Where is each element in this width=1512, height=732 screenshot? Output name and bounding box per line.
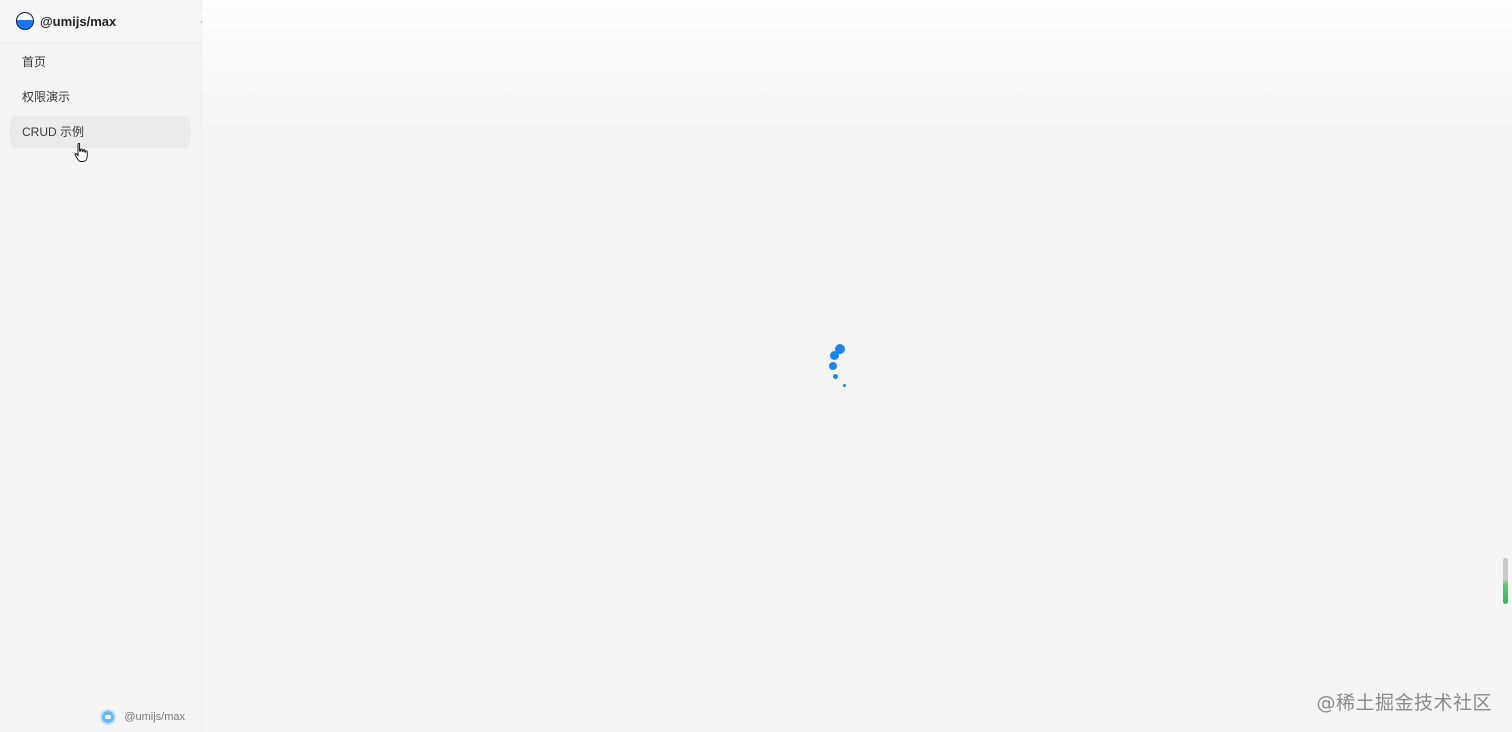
footer-label: @umijs/max (124, 711, 185, 723)
sidebar-item-label: 首页 (22, 55, 47, 69)
sidebar-item-access[interactable]: 权限演示 (10, 81, 191, 113)
sidebar-item-label: CRUD 示例 (22, 125, 84, 139)
sidebar-menu: 首页 权限演示 CRUD 示例 (0, 46, 201, 148)
sidebar-header[interactable]: @umijs/max (0, 0, 201, 43)
footer-logo-icon (100, 709, 117, 725)
watermark-text: @稀土掘金技术社区 (1316, 692, 1492, 714)
scroll-indicator[interactable] (1503, 558, 1508, 604)
main-content (202, 0, 1512, 732)
sidebar: @umijs/max 首页 权限演示 CRUD 示例 @umijs/max (0, 0, 202, 732)
hand-cursor-icon (74, 143, 88, 162)
sidebar-item-label: 权限演示 (22, 90, 71, 104)
sidebar-item-home[interactable]: 首页 (10, 46, 191, 78)
sidebar-item-crud[interactable]: CRUD 示例 (10, 116, 191, 148)
app-root: @umijs/max 首页 权限演示 CRUD 示例 @umijs/max ‹ (0, 0, 1512, 732)
logo-icon (16, 12, 34, 30)
app-title: @umijs/max (40, 13, 117, 29)
sidebar-footer: @umijs/max (0, 706, 201, 728)
